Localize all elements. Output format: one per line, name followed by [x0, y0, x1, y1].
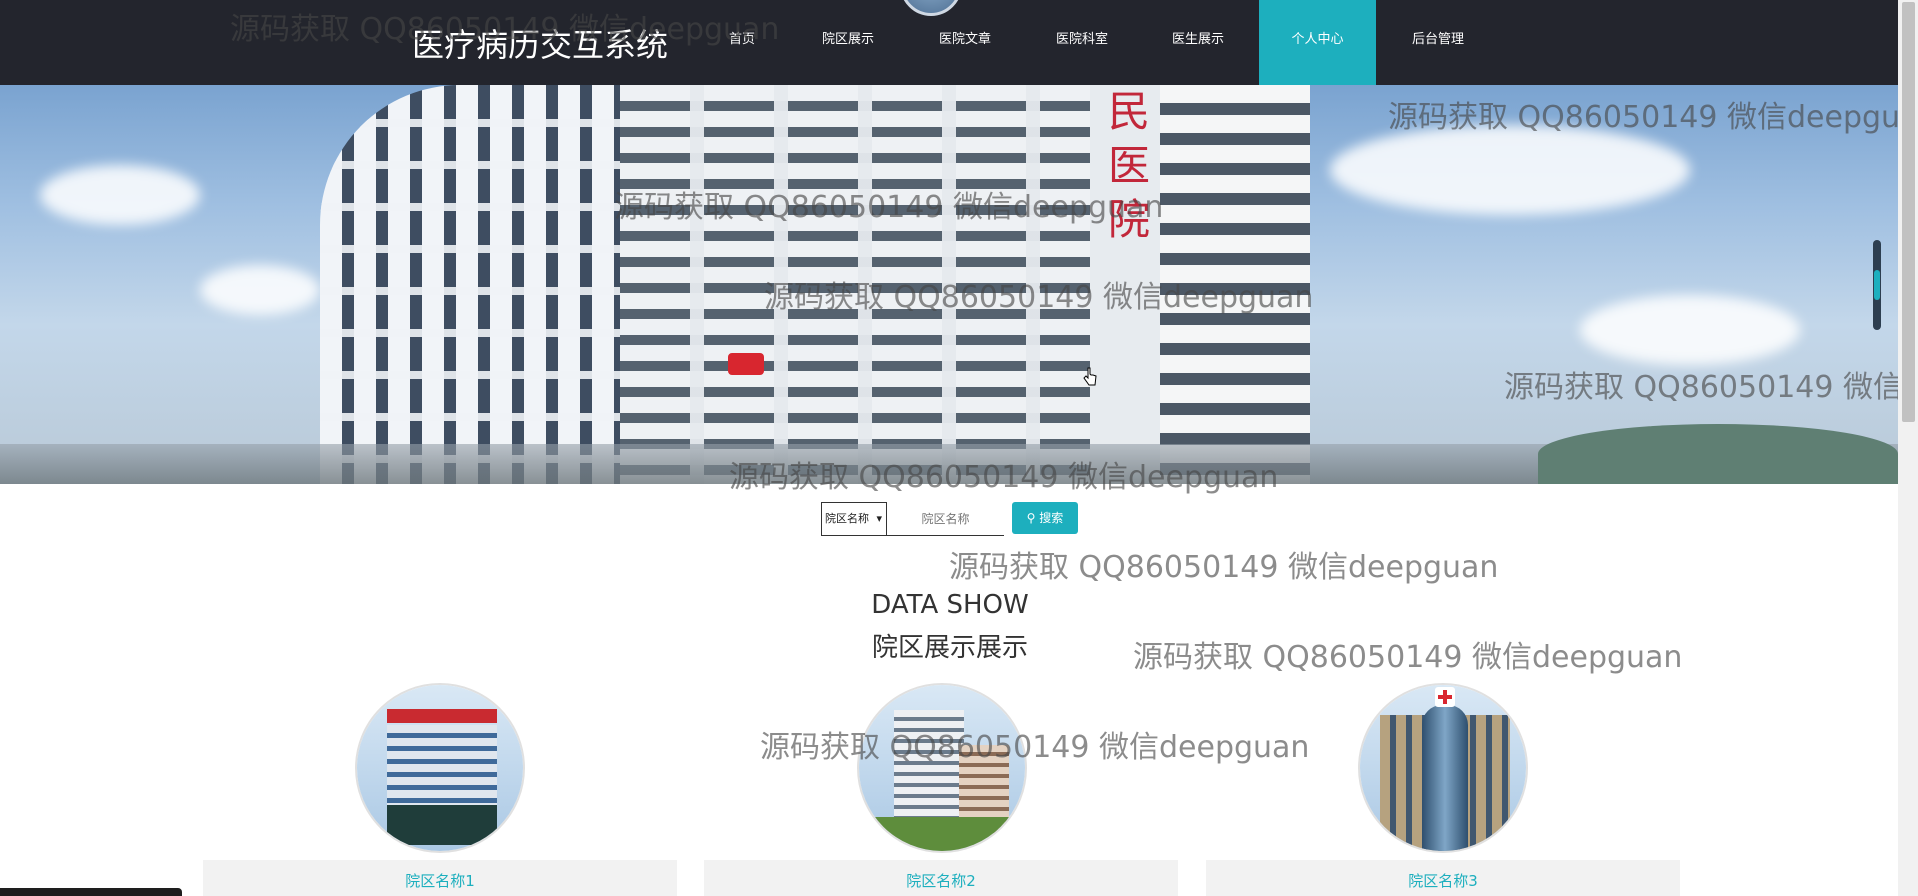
top-navbar: 医疗病历交互系统 首页 院区展示 医院文章 医院科室 医生展示 个人中心 后台管… [0, 0, 1898, 85]
nav-item-hospital-departments[interactable]: 医院科室 [1046, 0, 1118, 85]
campus-name-link[interactable]: 院区名称2 [704, 860, 1178, 891]
building-right-floors [1160, 85, 1310, 484]
side-slider-widget[interactable] [1873, 240, 1881, 330]
medical-cross-icon [1435, 687, 1455, 707]
hand-cursor-icon [1083, 367, 1097, 386]
bottom-left-bar [0, 888, 182, 896]
building-left-bands [320, 85, 620, 484]
image-sign [387, 709, 497, 723]
campus-card-3[interactable]: 院区名称3 [1206, 860, 1680, 896]
watermark: 源码获取 QQ86050149 微信deepguan [949, 550, 1499, 585]
cloud [40, 165, 200, 225]
site-title: 医疗病历交互系统 [412, 26, 669, 64]
nav-item-doctor-display[interactable]: 医生展示 [1162, 0, 1234, 85]
chevron-down-icon: ▾ [876, 512, 882, 525]
flag [728, 353, 764, 375]
hero-banner: 民医院 [0, 85, 1898, 484]
nav-item-personal-center[interactable]: 个人中心 [1259, 0, 1376, 85]
cloud [200, 265, 320, 315]
campus-card-2[interactable]: 院区名称2 [704, 860, 1178, 896]
campus-card-1[interactable]: 院区名称1 [203, 860, 677, 896]
nav-item-admin[interactable]: 后台管理 [1402, 0, 1474, 85]
section-title-en: DATA SHOW [871, 590, 1029, 620]
nav-item-campus-display[interactable]: 院区展示 [812, 0, 884, 85]
search-input[interactable] [887, 502, 1004, 536]
hospital-sign: 民医院 [1108, 87, 1151, 244]
search-button-label: 搜索 [1039, 511, 1064, 525]
page: 医疗病历交互系统 首页 院区展示 医院文章 医院科室 医生展示 个人中心 后台管… [0, 0, 1918, 896]
watermark: 源码获取 QQ86050149 微信deepguan [1133, 640, 1683, 675]
building-middle-columns [620, 85, 1090, 484]
campus-name-link[interactable]: 院区名称1 [203, 860, 677, 891]
section-title-cn: 院区展示展示 [871, 633, 1028, 663]
search-button[interactable]: ⚲ 搜索 [1012, 502, 1078, 534]
campus-name-link[interactable]: 院区名称3 [1206, 860, 1680, 891]
search-select-value: 院区名称 [825, 512, 869, 525]
image-entrance [387, 805, 497, 845]
search-icon: ⚲ [1026, 511, 1036, 525]
campus-image-2[interactable] [857, 683, 1027, 853]
image-trees [859, 817, 1025, 851]
side-slider-handle[interactable] [1874, 270, 1880, 300]
campus-image-3[interactable] [1358, 683, 1528, 853]
search-field-select[interactable]: 院区名称 ▾ [821, 502, 887, 536]
cloud [1330, 125, 1690, 215]
nav-item-hospital-articles[interactable]: 医院文章 [929, 0, 1001, 85]
image-glass-tower [1422, 705, 1468, 851]
page-scrollbar-thumb[interactable] [1902, 2, 1915, 422]
watermark: 源码获取 QQ86050149 微信deepguan [760, 730, 1310, 765]
hill [1538, 424, 1898, 484]
cloud [1580, 295, 1800, 365]
nav-item-home[interactable]: 首页 [712, 0, 772, 85]
campus-image-1[interactable] [355, 683, 525, 853]
image-building [894, 710, 964, 830]
